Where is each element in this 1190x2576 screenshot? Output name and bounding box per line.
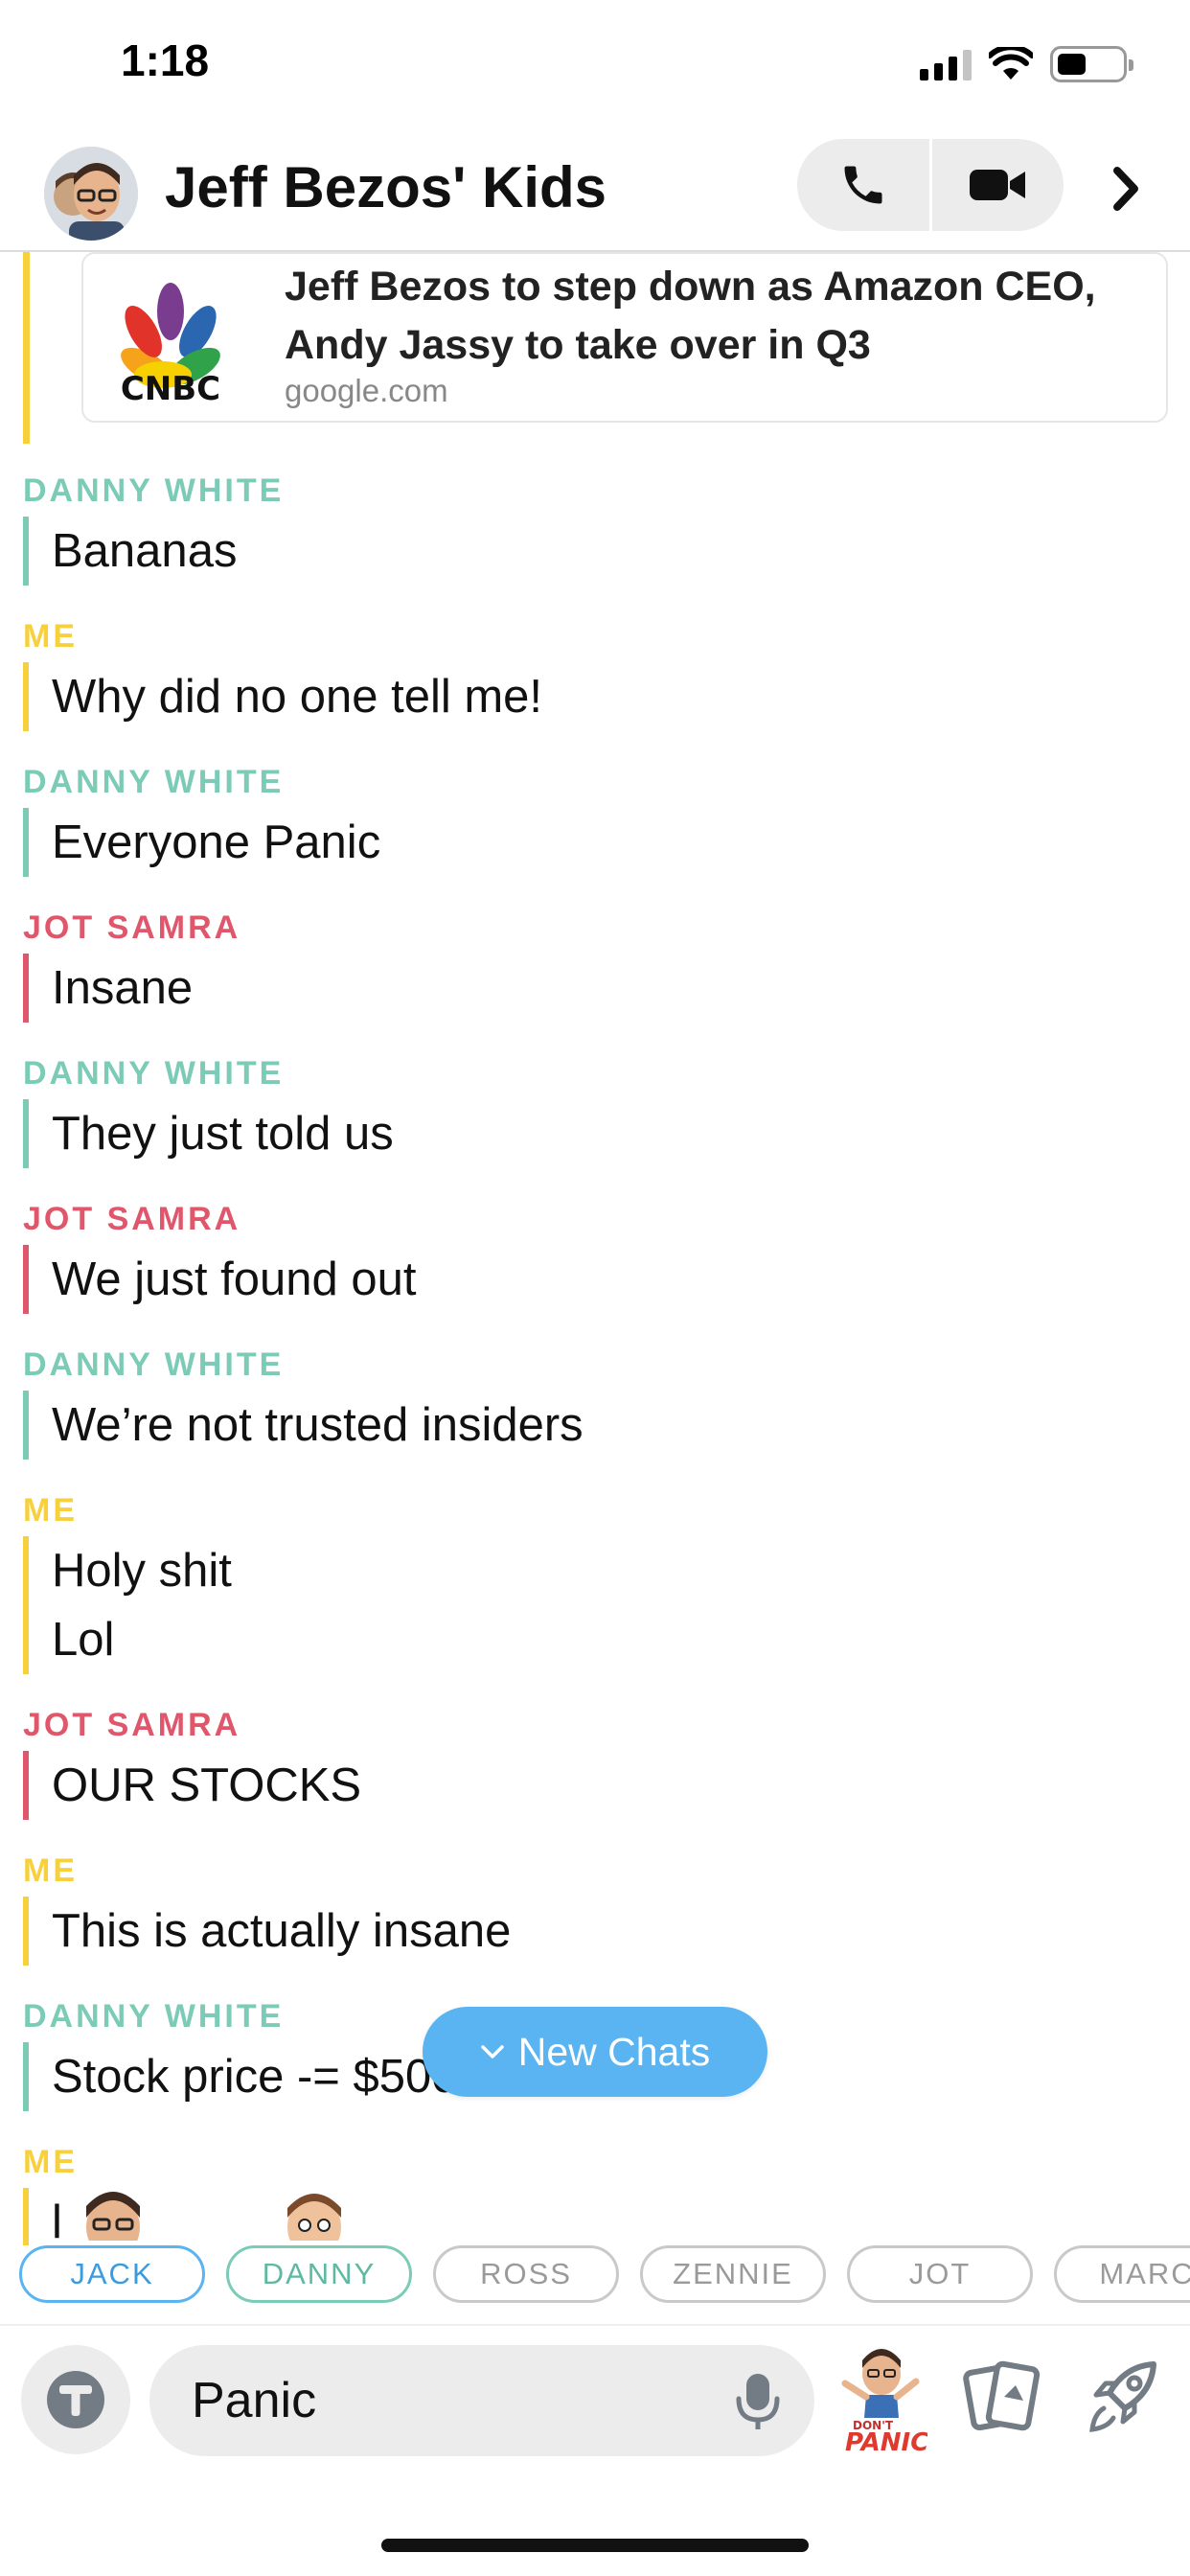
chat-history[interactable]: CNBC Jeff Bezos to step down as Amazon C… <box>0 252 1190 2245</box>
message-text: Lol <box>52 1614 115 1666</box>
svg-text:CNBC: CNBC <box>121 370 220 407</box>
message-list: DANNY WHITE Bananas ME Why did no one te… <box>0 465 1190 2245</box>
group-avatar[interactable] <box>44 147 138 241</box>
message-group: JOT SAMRA We just found out <box>23 1193 1190 1314</box>
chevron-down-icon <box>480 2045 504 2058</box>
sender-name: DANNY WHITE <box>23 1346 285 1383</box>
message-group: DANNY WHITE They just told us <box>23 1047 1190 1168</box>
chat-title[interactable]: Jeff Bezos' Kids <box>165 145 606 231</box>
svg-text:PANIC: PANIC <box>845 2428 927 2456</box>
sender-name: DANNY WHITE <box>23 1055 285 1092</box>
dont-panic-sticker-icon: DON'T PANIC <box>841 2349 928 2457</box>
cnbc-logo: CNBC <box>121 283 220 407</box>
friend-chips: JACK DANNY ROSS ZENNIE JOT MARC <box>19 2245 1190 2305</box>
message-group: ME Why did no one tell me! <box>23 610 1190 731</box>
microphone-icon[interactable] <box>734 2370 782 2433</box>
chip-marc[interactable]: MARC <box>1054 2245 1190 2303</box>
message-body[interactable]: We just found out <box>23 1245 1190 1314</box>
phone-icon <box>844 166 882 204</box>
status-time: 1:18 <box>121 35 210 85</box>
bitmoji-peek-icon <box>86 2192 140 2241</box>
sender-name: ME <box>23 1492 78 1529</box>
video-call-button[interactable] <box>932 139 1064 231</box>
message-group: JOT SAMRA Insane <box>23 902 1190 1023</box>
message-text: Everyone Panic <box>52 816 381 868</box>
cards-icon <box>963 2360 1041 2431</box>
sender-name: JOT SAMRA <box>23 1201 241 1237</box>
link-preview-card[interactable]: CNBC Jeff Bezos to step down as Amazon C… <box>81 252 1168 423</box>
message-body[interactable]: OUR STOCKS <box>23 1751 1190 1820</box>
text-t-icon <box>47 2371 104 2428</box>
video-camera-icon <box>970 170 1026 200</box>
message-body[interactable]: This is actually insane <box>23 1897 1190 1966</box>
message-group: JOT SAMRA OUR STOCKS <box>23 1699 1190 1820</box>
message-body[interactable]: Holy shit Lol <box>23 1536 1190 1674</box>
games-button[interactable] <box>1083 2355 1163 2441</box>
chip-jot[interactable]: JOT <box>847 2245 1033 2303</box>
message-text: Insane <box>52 962 194 1014</box>
cards-button[interactable] <box>962 2357 1042 2443</box>
new-chats-label: New Chats <box>517 2029 711 2074</box>
sender-name: DANNY WHITE <box>23 764 285 800</box>
bitmoji-peek-icon <box>287 2194 341 2241</box>
chip-ross[interactable]: ROSS <box>433 2245 619 2303</box>
message-body[interactable]: We’re not trusted insiders <box>23 1391 1190 1460</box>
message-input[interactable] <box>192 2345 690 2456</box>
message-group: ME Holy shit Lol <box>23 1484 1190 1674</box>
message-group: ME This is actually insane <box>23 1845 1190 1966</box>
message-text: OUR STOCKS <box>52 1760 362 1811</box>
sender-name: ME <box>23 1852 78 1889</box>
message-text: We’re not trusted insiders <box>52 1399 584 1451</box>
sender-name: JOT SAMRA <box>23 909 241 946</box>
chat-header: Jeff Bezos' Kids <box>0 129 1190 252</box>
link-domain: google.com <box>285 373 448 408</box>
message-body[interactable]: Insane <box>23 954 1190 1023</box>
cellular-signal-icon <box>920 48 972 80</box>
sender-name: JOT SAMRA <box>23 1707 241 1743</box>
chevron-right-icon <box>1113 167 1138 211</box>
message-body[interactable]: l <box>23 2188 1190 2245</box>
status-bar: 1:18 <box>0 0 1190 129</box>
message-text: They just told us <box>52 1108 394 1160</box>
message-group: DANNY WHITE Everyone Panic <box>23 756 1190 877</box>
jack-typing-bitmoji <box>75 2183 151 2241</box>
message-text: We just found out <box>52 1254 417 1305</box>
link-title: Jeff Bezos to step down as Amazon CEO, A… <box>285 264 1096 368</box>
message-group: ME l <box>23 2136 1190 2245</box>
wifi-icon <box>989 47 1033 80</box>
sender-name: ME <box>23 2144 78 2180</box>
message-text: Holy shit <box>52 1545 232 1597</box>
message-text: This is actually insane <box>52 1905 512 1957</box>
battery-icon <box>1050 46 1133 82</box>
voice-call-button[interactable] <box>797 139 929 231</box>
new-chats-button[interactable]: New Chats <box>423 2007 767 2097</box>
message-body[interactable]: Bananas <box>23 517 1190 586</box>
shared-link-message: CNBC Jeff Bezos to step down as Amazon C… <box>23 252 1168 444</box>
message-text: l <box>52 2196 62 2245</box>
message-input-wrapper <box>149 2345 814 2456</box>
message-body[interactable]: Everyone Panic <box>23 808 1190 877</box>
sender-name: DANNY WHITE <box>23 472 285 509</box>
chip-danny[interactable]: DANNY <box>226 2245 412 2303</box>
rocket-icon <box>1089 2361 1156 2432</box>
message-body[interactable]: Why did no one tell me! <box>23 662 1190 731</box>
message-group: DANNY WHITE Bananas <box>23 465 1190 586</box>
chat-details-button[interactable] <box>1092 150 1159 227</box>
message-body[interactable]: They just told us <box>23 1099 1190 1168</box>
chip-zennie[interactable]: ZENNIE <box>640 2245 826 2303</box>
sender-name: ME <box>23 618 78 655</box>
call-buttons <box>797 139 1064 231</box>
message-group: DANNY WHITE We’re not trusted insiders <box>23 1339 1190 1460</box>
bitmoji-avatar-icon <box>44 147 138 241</box>
danny-typing-bitmoji <box>276 2183 353 2241</box>
home-indicator[interactable] <box>381 2539 809 2552</box>
status-icons <box>920 46 1133 82</box>
message-text: Bananas <box>52 525 238 577</box>
chip-jack[interactable]: JACK <box>19 2245 205 2303</box>
composer-bar: DON'T PANIC <box>0 2326 1190 2576</box>
text-mode-button[interactable] <box>21 2345 130 2454</box>
bitmoji-sticker-button[interactable]: DON'T PANIC <box>832 2341 928 2457</box>
message-text: Why did no one tell me! <box>52 671 543 723</box>
